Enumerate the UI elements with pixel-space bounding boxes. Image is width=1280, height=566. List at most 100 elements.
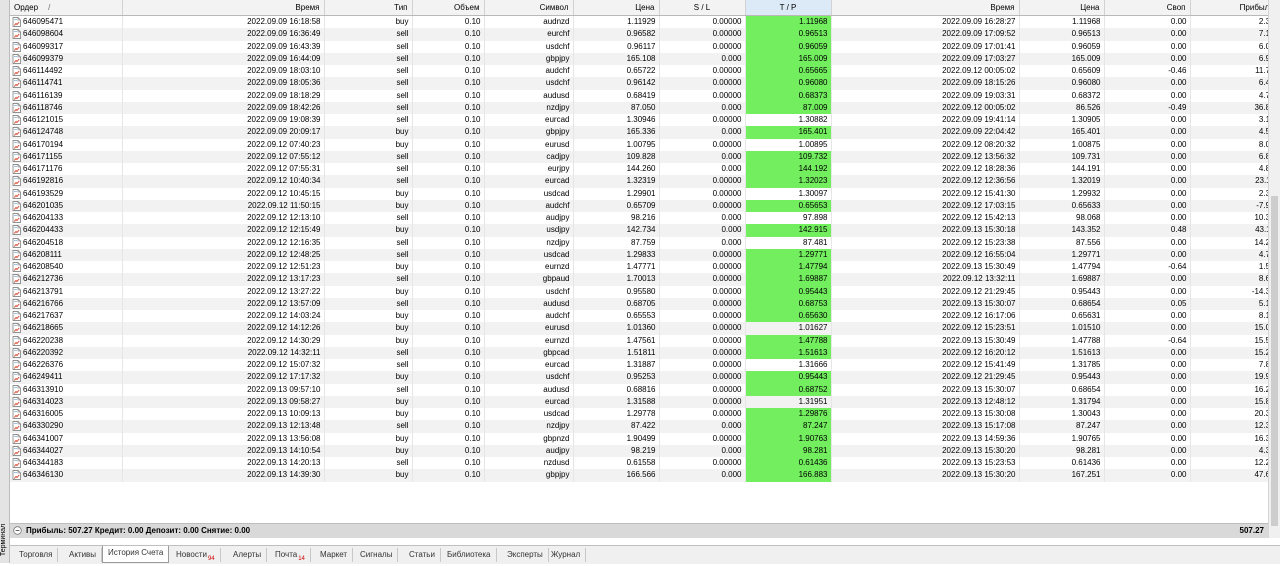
table-row[interactable]: 646213791 2022.09.12 13:27:22 buy 0.10 usdch… bbox=[10, 285, 1268, 298]
cell-swap: 0.00 bbox=[1104, 248, 1191, 261]
cell-order: 646170194 bbox=[10, 138, 123, 151]
column-header-volume[interactable]: Объем bbox=[412, 0, 485, 16]
table-row[interactable]: 646121015 2022.09.09 19:08:39 sell 0.10 eurc… bbox=[10, 114, 1268, 127]
table-row[interactable]: 646116139 2022.09.09 18:18:29 sell 0.10 audu… bbox=[10, 89, 1268, 102]
cell-close-time: 2022.09.12 12:36:56 bbox=[831, 175, 1020, 188]
cell-symbol: gbpaud bbox=[484, 273, 574, 286]
table-row[interactable]: 646330290 2022.09.13 12:13:48 sell 0.10 nzdj… bbox=[10, 420, 1268, 433]
tab-10[interactable]: Библиотека bbox=[442, 548, 497, 562]
table-row[interactable]: 646118746 2022.09.09 18:42:26 sell 0.10 nzdj… bbox=[10, 101, 1268, 114]
cell-close-price: 1.11968 bbox=[1019, 15, 1105, 29]
table-row[interactable]: 646114492 2022.09.09 18:03:10 sell 0.10 audc… bbox=[10, 65, 1268, 78]
table-row[interactable]: 646341007 2022.09.13 13:56:08 buy 0.10 gbpnz… bbox=[10, 432, 1268, 445]
cell-swap: 0.00 bbox=[1104, 273, 1191, 286]
cell-close-price: 165.009 bbox=[1019, 52, 1105, 65]
cell-symbol: usdcad bbox=[484, 187, 574, 200]
column-header-open-time[interactable]: Время bbox=[122, 0, 325, 16]
table-row[interactable]: 646099317 2022.09.09 16:43:39 sell 0.10 usdc… bbox=[10, 40, 1268, 53]
column-header-tp[interactable]: T / P bbox=[745, 0, 832, 16]
table-row[interactable]: 646204133 2022.09.12 12:13:10 sell 0.10 audj… bbox=[10, 212, 1268, 225]
table-row[interactable]: 646226376 2022.09.12 15:07:32 sell 0.10 eurc… bbox=[10, 359, 1268, 372]
table-row[interactable]: 646099379 2022.09.09 16:44:09 sell 0.10 gbpj… bbox=[10, 52, 1268, 65]
cell-swap: 0.00 bbox=[1104, 150, 1191, 163]
table-row[interactable]: 646171176 2022.09.12 07:55:31 sell 0.10 eurj… bbox=[10, 163, 1268, 176]
table-row[interactable]: 646204433 2022.09.12 12:15:49 buy 0.10 usdjp… bbox=[10, 224, 1268, 237]
tab-3[interactable]: История Счета bbox=[102, 546, 170, 563]
cell-close-time: 2022.09.13 15:23:53 bbox=[831, 457, 1020, 470]
cell-close-price: 1.90765 bbox=[1019, 432, 1105, 445]
table-row[interactable]: 646220238 2022.09.12 14:30:29 buy 0.10 eurnz… bbox=[10, 334, 1268, 347]
column-header-swap[interactable]: Своп bbox=[1104, 0, 1191, 16]
table-row[interactable]: 646314023 2022.09.13 09:58:27 buy 0.10 eurca… bbox=[10, 395, 1268, 408]
table-row[interactable]: 646218665 2022.09.12 14:12:26 buy 0.10 eurus… bbox=[10, 322, 1268, 335]
table-row[interactable]: 646217637 2022.09.12 14:03:24 buy 0.10 audch… bbox=[10, 310, 1268, 323]
table-row[interactable]: 646346130 2022.09.13 14:39:30 buy 0.10 gbpjp… bbox=[10, 469, 1268, 482]
cell-order: 646314023 bbox=[10, 395, 123, 408]
cell-swap: 0.00 bbox=[1104, 40, 1191, 53]
cell-type: buy bbox=[324, 126, 413, 139]
order-history-icon bbox=[12, 176, 21, 187]
cell-tp: 0.65653 bbox=[745, 199, 832, 212]
column-header-type[interactable]: Тип bbox=[324, 0, 413, 16]
table-row[interactable]: 646249411 2022.09.12 17:17:32 buy 0.10 usdch… bbox=[10, 371, 1268, 384]
table-row[interactable]: 646313910 2022.09.13 09:57:10 sell 0.10 audu… bbox=[10, 383, 1268, 396]
table-row[interactable]: 646193529 2022.09.12 10:45:15 buy 0.10 usdca… bbox=[10, 187, 1268, 200]
tab-11[interactable]: Эксперты bbox=[502, 548, 549, 562]
table-row[interactable]: 646124748 2022.09.09 20:09:17 buy 0.10 gbpjp… bbox=[10, 126, 1268, 139]
cell-profit: 16.36 bbox=[1190, 432, 1268, 445]
cell-volume: 0.10 bbox=[412, 77, 485, 90]
table-row[interactable]: 646212736 2022.09.12 13:17:23 sell 0.10 gbpa… bbox=[10, 273, 1268, 286]
tab-1[interactable]: Торговля bbox=[14, 548, 59, 562]
cell-open-time: 2022.09.12 17:17:32 bbox=[122, 371, 325, 384]
table-row[interactable]: 646098604 2022.09.09 16:36:49 sell 0.10 eurc… bbox=[10, 28, 1268, 41]
table-row[interactable]: 646170194 2022.09.12 07:40:23 buy 0.10 eurus… bbox=[10, 138, 1268, 151]
scrollbar-thumb[interactable] bbox=[1271, 196, 1278, 526]
table-row[interactable]: 646204518 2022.09.12 12:16:35 sell 0.10 nzdj… bbox=[10, 236, 1268, 249]
table-row[interactable]: 646114741 2022.09.09 18:05:36 sell 0.10 usdc… bbox=[10, 77, 1268, 90]
column-header-order[interactable]: Ордер / bbox=[10, 0, 123, 16]
column-header-sl[interactable]: S / L bbox=[659, 0, 746, 16]
table-row[interactable]: 646344183 2022.09.13 14:20:13 sell 0.10 nzdu… bbox=[10, 457, 1268, 470]
table-row[interactable]: 646208111 2022.09.12 12:48:25 sell 0.10 usdc… bbox=[10, 248, 1268, 261]
cell-profit: 6.80 bbox=[1190, 150, 1268, 163]
table-row[interactable]: 646216766 2022.09.12 13:57:09 sell 0.10 audu… bbox=[10, 297, 1268, 310]
cell-order: 646346130 bbox=[10, 469, 123, 482]
table-row[interactable]: 646208540 2022.09.12 12:51:23 buy 0.10 eurnz… bbox=[10, 261, 1268, 274]
tab-6[interactable]: Почта14 bbox=[270, 548, 311, 562]
table-row[interactable]: 646220392 2022.09.12 14:32:11 sell 0.10 gbpc… bbox=[10, 346, 1268, 359]
cell-open-price: 1.29901 bbox=[573, 187, 660, 200]
table-row[interactable]: 646171155 2022.09.12 07:55:12 sell 0.10 cadj… bbox=[10, 150, 1268, 163]
column-header-open-price[interactable]: Цена bbox=[573, 0, 660, 16]
tab-9[interactable]: Статьи bbox=[404, 548, 441, 562]
table-row[interactable]: 646192816 2022.09.12 10:40:34 sell 0.10 eurc… bbox=[10, 175, 1268, 188]
table-body: 646095471 2022.09.09 16:18:58 buy 0.10 audnz… bbox=[10, 15, 1268, 482]
tab-7[interactable]: Маркет bbox=[315, 548, 354, 562]
column-header-profit[interactable]: Прибыль bbox=[1190, 0, 1268, 16]
terminal-side-panel[interactable]: Терминал bbox=[0, 0, 10, 563]
cell-sl: 0.00000 bbox=[659, 334, 746, 347]
table-row[interactable]: 646316005 2022.09.13 10:09:13 buy 0.10 usdca… bbox=[10, 408, 1268, 421]
tab-5[interactable]: Алерты bbox=[228, 548, 268, 562]
tab-4[interactable]: Новости94 bbox=[171, 548, 221, 562]
column-header-symbol[interactable]: Символ bbox=[484, 0, 574, 16]
cell-open-time: 2022.09.13 14:20:13 bbox=[122, 457, 325, 470]
table-row[interactable]: 646095471 2022.09.09 16:18:58 buy 0.10 audnz… bbox=[10, 15, 1268, 29]
tab-12[interactable]: Журнал bbox=[546, 548, 587, 562]
order-number: 646204518 bbox=[23, 237, 64, 247]
column-header-label: Тип bbox=[394, 3, 408, 12]
cell-volume: 0.10 bbox=[412, 346, 485, 359]
cell-symbol: eurcad bbox=[484, 359, 574, 372]
tab-8[interactable]: Сигналы bbox=[355, 548, 399, 562]
column-header-close-time[interactable]: Время bbox=[831, 0, 1020, 16]
order-history-icon bbox=[12, 298, 21, 309]
cell-tp: 1.01627 bbox=[745, 322, 832, 335]
column-header-close-price[interactable]: Цена bbox=[1019, 0, 1105, 16]
cell-close-price: 87.247 bbox=[1019, 420, 1105, 433]
cell-symbol: usdcad bbox=[484, 408, 574, 421]
vertical-scrollbar[interactable] bbox=[1268, 0, 1280, 538]
cell-close-time: 2022.09.13 15:30:49 bbox=[831, 261, 1020, 274]
tab-2[interactable]: Активы bbox=[64, 548, 103, 562]
table-row[interactable]: 646201035 2022.09.12 11:50:15 buy 0.10 audch… bbox=[10, 199, 1268, 212]
table-row[interactable]: 646344027 2022.09.13 14:10:54 buy 0.10 audjp… bbox=[10, 444, 1268, 457]
cell-close-time: 2022.09.12 16:17:06 bbox=[831, 310, 1020, 323]
